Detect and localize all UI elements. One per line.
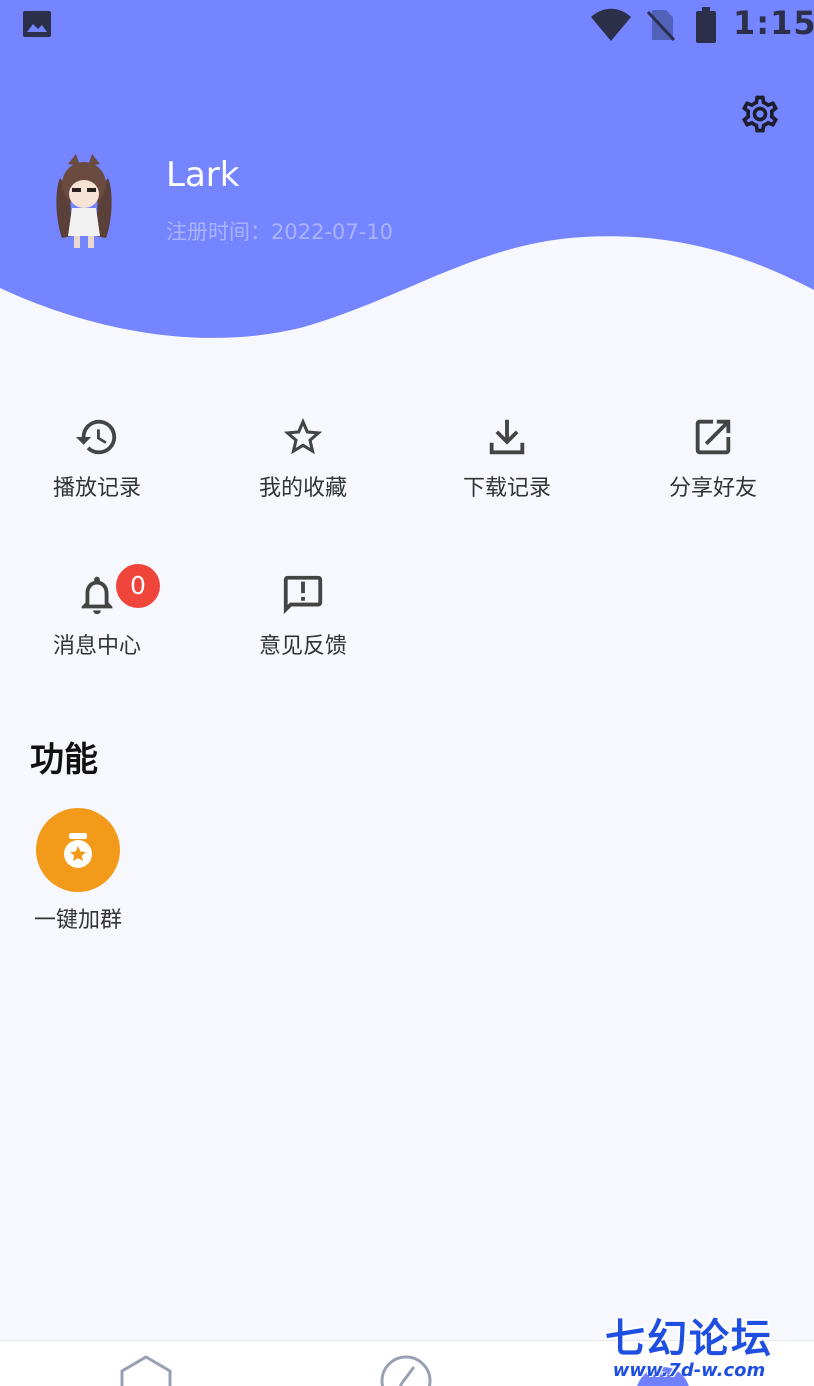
status-time: 1:15 — [733, 4, 814, 42]
menu-item-feedback[interactable]: 意见反馈 — [218, 572, 388, 660]
function-icon-circle — [36, 808, 120, 892]
menu-item-label: 意见反馈 — [258, 634, 347, 659]
menu-item-label: 消息中心 — [52, 634, 141, 659]
menu-item-label: 分享好友 — [668, 476, 757, 501]
battery-icon — [696, 7, 716, 43]
function-label: 一键加群 — [33, 908, 122, 933]
feedback-icon — [283, 575, 323, 615]
status-bar: 1:15 — [0, 0, 814, 50]
header-wave-background — [0, 0, 814, 338]
menu-item-play-history[interactable]: 播放记录 — [12, 414, 182, 502]
no-sim-icon — [646, 10, 676, 42]
username: Lark — [166, 155, 240, 195]
history-icon — [75, 419, 117, 455]
menu-item-label: 我的收藏 — [258, 476, 347, 501]
menu-item-label: 下载记录 — [462, 476, 551, 501]
registration-date: 注册时间：2022-07-10 — [166, 220, 394, 244]
gear-icon[interactable] — [738, 92, 782, 136]
medal-icon — [64, 833, 92, 868]
unread-badge: 0 — [116, 564, 160, 608]
download-icon — [489, 419, 525, 455]
menu-item-downloads[interactable]: 下载记录 — [422, 414, 592, 502]
function-join-group[interactable]: 一键加群 — [22, 808, 134, 934]
star-icon — [283, 417, 323, 455]
bell-icon — [81, 576, 113, 615]
avatar[interactable] — [52, 152, 116, 252]
section-title-functions: 功能 — [30, 740, 98, 780]
home-icon[interactable] — [118, 1355, 174, 1386]
menu-item-messages[interactable]: 0 消息中心 — [12, 564, 182, 660]
menu-item-label: 播放记录 — [52, 476, 141, 501]
watermark-title: 七幻论坛 — [605, 1316, 773, 1362]
gallery-icon — [23, 11, 51, 37]
wifi-icon — [591, 8, 631, 41]
menu-item-favorites[interactable]: 我的收藏 — [218, 414, 388, 502]
share-icon — [695, 419, 731, 455]
menu-item-share[interactable]: 分享好友 — [628, 414, 798, 502]
watermark-url: www.7d-w.com — [612, 1360, 766, 1381]
watermark: 七幻论坛 www.7d-w.com — [604, 1306, 774, 1381]
discover-icon[interactable] — [378, 1353, 434, 1386]
